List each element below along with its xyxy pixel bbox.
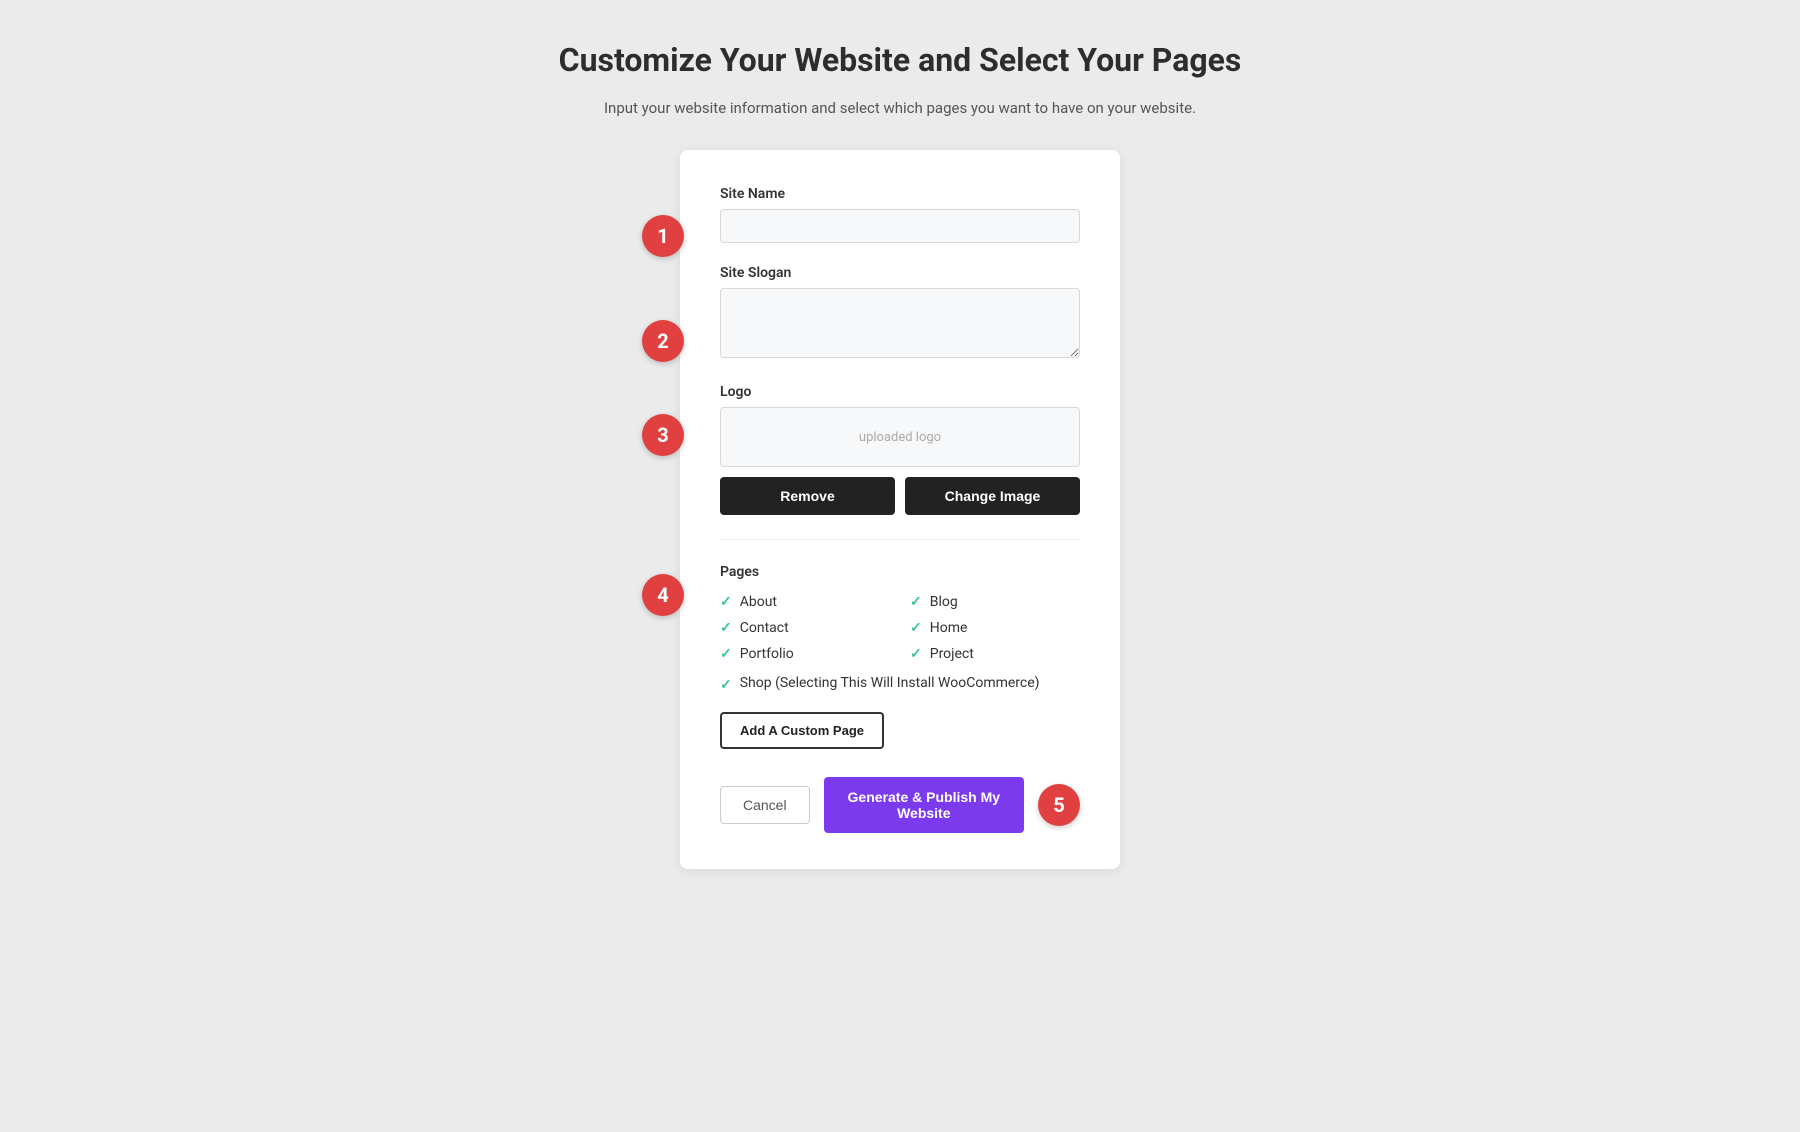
step-badge-2: 2 bbox=[642, 320, 684, 362]
page-item-about: ✓ About bbox=[720, 594, 890, 610]
pages-section: 4 Pages ✓ About ✓ Blog bbox=[720, 564, 1080, 749]
check-icon-blog: ✓ bbox=[910, 594, 922, 610]
page-item-portfolio: ✓ Portfolio bbox=[720, 646, 890, 662]
pages-label: Pages bbox=[720, 564, 1080, 580]
step-badge-5: 5 bbox=[1038, 784, 1080, 826]
site-slogan-field-group: 2 Site Slogan bbox=[720, 265, 1080, 362]
add-custom-page-button[interactable]: Add A Custom Page bbox=[720, 712, 884, 749]
step-badge-3: 3 bbox=[642, 414, 684, 456]
logo-preview-text: uploaded logo bbox=[859, 430, 941, 445]
change-image-button[interactable]: Change Image bbox=[905, 477, 1080, 515]
site-name-input[interactable] bbox=[720, 209, 1080, 243]
page-item-shop: ✓ Shop (Selecting This Will Install WooC… bbox=[720, 674, 1080, 696]
page-item-contact: ✓ Contact bbox=[720, 620, 890, 636]
page-label-portfolio: Portfolio bbox=[740, 646, 794, 662]
site-name-label: Site Name bbox=[720, 186, 1080, 202]
cancel-button[interactable]: Cancel bbox=[720, 786, 810, 824]
check-icon-contact: ✓ bbox=[720, 620, 732, 636]
check-icon-project: ✓ bbox=[910, 646, 922, 662]
step-badge-4: 4 bbox=[642, 574, 684, 616]
site-slogan-input[interactable] bbox=[720, 288, 1080, 358]
check-icon-shop: ✓ bbox=[720, 676, 732, 696]
logo-preview: uploaded logo bbox=[720, 407, 1080, 467]
page-label-shop: Shop (Selecting This Will Install WooCom… bbox=[740, 674, 1040, 694]
page-label-about: About bbox=[740, 594, 777, 610]
site-name-field-group: 1 Site Name bbox=[720, 186, 1080, 243]
logo-label: Logo bbox=[720, 384, 1080, 400]
check-icon-home: ✓ bbox=[910, 620, 922, 636]
page-item-project: ✓ Project bbox=[910, 646, 1080, 662]
page-label-contact: Contact bbox=[740, 620, 789, 636]
page-item-blog: ✓ Blog bbox=[910, 594, 1080, 610]
page-header: Customize Your Website and Select Your P… bbox=[559, 40, 1242, 120]
page-title: Customize Your Website and Select Your P… bbox=[559, 40, 1242, 80]
pages-grid: ✓ About ✓ Blog ✓ Contact ✓ bbox=[720, 594, 1080, 662]
page-label-project: Project bbox=[930, 646, 974, 662]
step-badge-1: 1 bbox=[642, 215, 684, 257]
publish-button[interactable]: Generate & Publish My Website bbox=[824, 777, 1024, 833]
page-subtitle: Input your website information and selec… bbox=[559, 96, 1242, 120]
page-label-home: Home bbox=[930, 620, 968, 636]
page-label-blog: Blog bbox=[930, 594, 958, 610]
divider bbox=[720, 539, 1080, 540]
form-footer: Cancel Generate & Publish My Website 5 bbox=[720, 777, 1080, 833]
check-icon-portfolio: ✓ bbox=[720, 646, 732, 662]
remove-logo-button[interactable]: Remove bbox=[720, 477, 895, 515]
page-item-home: ✓ Home bbox=[910, 620, 1080, 636]
form-card: 1 Site Name 2 Site Slogan bbox=[680, 150, 1120, 869]
logo-field-group: 3 Logo uploaded logo Remove Change Image bbox=[720, 384, 1080, 515]
logo-buttons: Remove Change Image bbox=[720, 477, 1080, 515]
site-slogan-label: Site Slogan bbox=[720, 265, 1080, 281]
check-icon-about: ✓ bbox=[720, 594, 732, 610]
